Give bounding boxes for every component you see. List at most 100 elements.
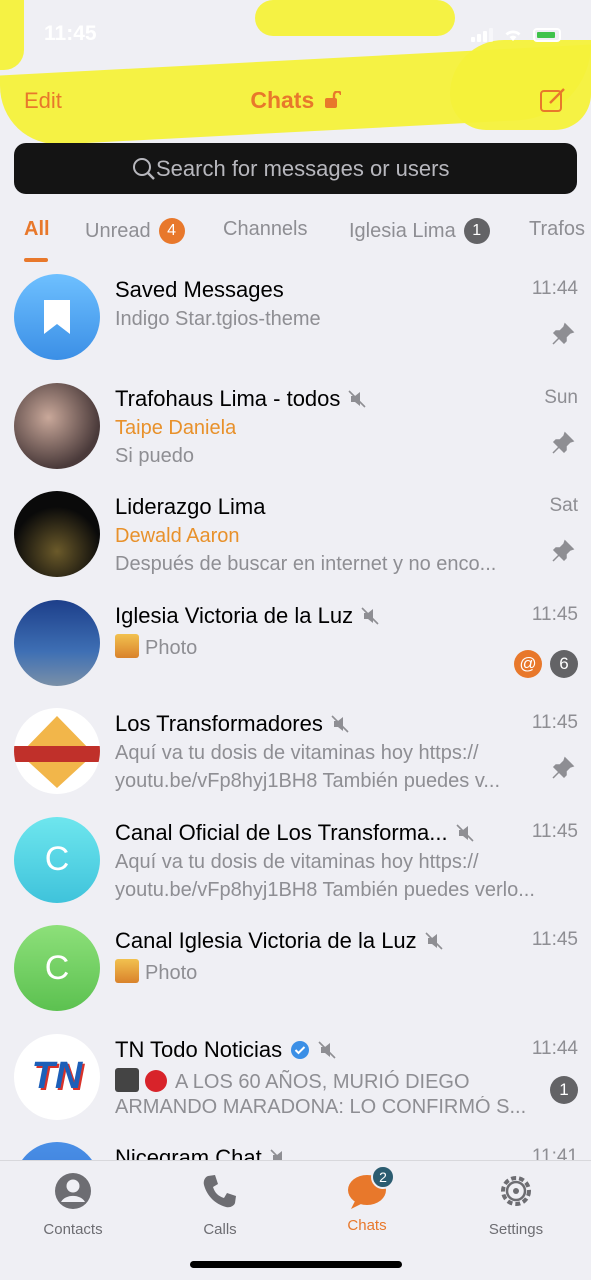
compose-icon[interactable] bbox=[539, 86, 567, 114]
tab-calls[interactable]: Calls bbox=[160, 1167, 280, 1238]
pin-icon bbox=[552, 539, 575, 562]
chat-title: Nicegram Chat bbox=[115, 1145, 288, 1160]
avatar-letter: C bbox=[44, 840, 70, 878]
avatar: C bbox=[14, 925, 100, 1011]
chat-time: 11:44 bbox=[531, 278, 578, 299]
red-circle-icon bbox=[145, 1069, 167, 1092]
phone-icon bbox=[203, 1175, 236, 1208]
chat-preview: Photo bbox=[115, 959, 197, 985]
avatar bbox=[14, 491, 100, 577]
chat-title-text: Liderazgo Lima bbox=[115, 494, 266, 519]
chat-sender: Dewald Aaron bbox=[115, 525, 240, 547]
unread-badge: 1 bbox=[550, 1075, 578, 1104]
photo-thumbnail bbox=[115, 1067, 139, 1092]
chat-title: Los Transformadores bbox=[115, 711, 349, 737]
chat-time: 11:45 bbox=[531, 603, 578, 625]
chat-time: Sun bbox=[544, 386, 578, 408]
chat-title-text: Canal Iglesia Victoria de la Luz bbox=[115, 928, 417, 953]
wifi-icon bbox=[505, 30, 521, 41]
tab-label: All bbox=[24, 218, 50, 240]
chat-preview: A LOS 60 AÑOS, MURIÓ DIEGO bbox=[115, 1067, 470, 1094]
tab-settings[interactable]: Settings bbox=[456, 1167, 576, 1238]
avatar bbox=[14, 708, 100, 794]
avatar-logo-text: TN bbox=[31, 1055, 83, 1097]
tab-iglesia-lima[interactable]: Iglesia Lima 1 bbox=[349, 218, 490, 244]
mute-icon bbox=[425, 932, 443, 950]
chat-preview-text: A LOS 60 AÑOS, MURIÓ DIEGO bbox=[175, 1070, 470, 1093]
chat-title-text: Trafohaus Lima - todos bbox=[115, 385, 341, 411]
photo-thumbnail bbox=[115, 633, 139, 658]
mute-icon bbox=[348, 389, 366, 408]
chat-title-text: Nicegram Chat bbox=[115, 1145, 262, 1160]
chat-row[interactable]: C Canal Iglesia Victoria de la Luz 11:45… bbox=[0, 915, 591, 1024]
chat-row[interactable]: TN TN Todo Noticias 11:44 A LOS 60 AÑOS,… bbox=[0, 1024, 591, 1133]
chat-time: Sat bbox=[549, 495, 578, 516]
chat-title: Saved Messages bbox=[115, 277, 284, 303]
chat-row[interactable]: Trafohaus Lima - todos Sun Taipe Daniela… bbox=[0, 373, 591, 482]
search-placeholder: Search for messages or users bbox=[156, 155, 450, 181]
chat-list: Saved Messages 11:44 Indigo Star.tgios-t… bbox=[0, 264, 591, 1160]
chat-preview: youtu.be/vFp8hyj1BH8 También puedes verl… bbox=[115, 878, 535, 901]
unlock-icon[interactable] bbox=[324, 91, 341, 109]
chat-title-text: Iglesia Victoria de la Luz bbox=[115, 602, 354, 628]
chat-title: Liderazgo Lima bbox=[115, 494, 265, 520]
tab-all[interactable]: All bbox=[24, 218, 50, 241]
chat-row[interactable]: Iglesia Victoria de la Luz 11:45 Photo @… bbox=[0, 590, 591, 699]
chat-time: 11:45 bbox=[531, 820, 578, 842]
tab-label: Calls bbox=[203, 1221, 237, 1238]
pin-icon bbox=[552, 756, 575, 779]
status-bar: 11:45 bbox=[0, 0, 591, 70]
tab-badge: 1 bbox=[463, 218, 490, 244]
chat-row[interactable]: C Canal Oficial de Los Transforma... 11:… bbox=[0, 807, 591, 916]
chat-title-text: Saved Messages bbox=[115, 277, 284, 302]
chat-preview-text: Photo bbox=[145, 962, 198, 984]
chat-title: Iglesia Victoria de la Luz bbox=[115, 603, 379, 629]
mention-badge: @ bbox=[514, 649, 542, 678]
pin-icon bbox=[552, 431, 575, 454]
chat-preview: Si puedo bbox=[115, 444, 194, 467]
tab-contacts[interactable]: Contacts bbox=[13, 1167, 133, 1238]
search-icon bbox=[133, 158, 155, 180]
chat-time: 11:41 bbox=[531, 1146, 578, 1160]
chat-title: Canal Iglesia Victoria de la Luz bbox=[115, 928, 443, 954]
avatar bbox=[14, 599, 100, 686]
mute-icon bbox=[318, 1040, 336, 1059]
tab-label: Channels bbox=[223, 218, 308, 240]
chat-title-text: Los Transformadores bbox=[115, 711, 323, 736]
mute-icon bbox=[270, 1149, 282, 1160]
chat-row[interactable]: Nicegram Chat 11:41 bbox=[0, 1132, 591, 1160]
chat-preview: Aquí va tu dosis de vitaminas hoy https:… bbox=[115, 742, 479, 764]
tab-badge: 2 bbox=[371, 1165, 395, 1189]
photo-thumbnail bbox=[115, 959, 139, 983]
mute-icon bbox=[456, 823, 474, 842]
tab-chats[interactable]: 2 Chats bbox=[307, 1165, 427, 1234]
logo-icon bbox=[14, 716, 100, 788]
gear-icon bbox=[501, 1176, 531, 1206]
tab-trafos[interactable]: Trafos bbox=[529, 218, 585, 241]
chat-row[interactable]: Liderazgo Lima Sat Dewald Aaron Después … bbox=[0, 481, 591, 590]
tab-label: Iglesia Lima bbox=[349, 219, 456, 242]
avatar: C bbox=[14, 816, 100, 903]
chat-row[interactable]: Los Transformadores 11:45 Aquí va tu dos… bbox=[0, 698, 591, 807]
tab-channels[interactable]: Channels bbox=[223, 218, 308, 241]
chat-time: 11:45 bbox=[531, 929, 578, 950]
tab-badge: 4 bbox=[158, 218, 185, 244]
tab-label: Contacts bbox=[43, 1221, 103, 1238]
page-title: Chats bbox=[0, 87, 591, 114]
tab-indicator bbox=[24, 258, 48, 262]
tab-unread[interactable]: Unread 4 bbox=[85, 218, 185, 244]
chat-title-text: TN Todo Noticias bbox=[115, 1036, 283, 1062]
avatar: TN bbox=[14, 1033, 100, 1120]
chat-title: Canal Oficial de Los Transforma... bbox=[115, 820, 474, 846]
avatar bbox=[14, 1142, 100, 1160]
nav-bar: Edit Chats bbox=[0, 78, 591, 122]
bookmark-icon bbox=[44, 300, 70, 334]
search-input[interactable]: Search for messages or users bbox=[14, 143, 577, 194]
home-indicator bbox=[190, 1261, 402, 1268]
chat-row[interactable]: Saved Messages 11:44 Indigo Star.tgios-t… bbox=[0, 264, 591, 373]
avatar bbox=[14, 382, 100, 469]
tab-label: Settings bbox=[488, 1221, 544, 1238]
folder-tabs: All Unread 4 Channels Iglesia Lima 1 Trafo… bbox=[0, 212, 591, 264]
chat-preview: Indigo Star.tgios-theme bbox=[115, 308, 321, 330]
avatar-letter: C bbox=[44, 948, 70, 987]
